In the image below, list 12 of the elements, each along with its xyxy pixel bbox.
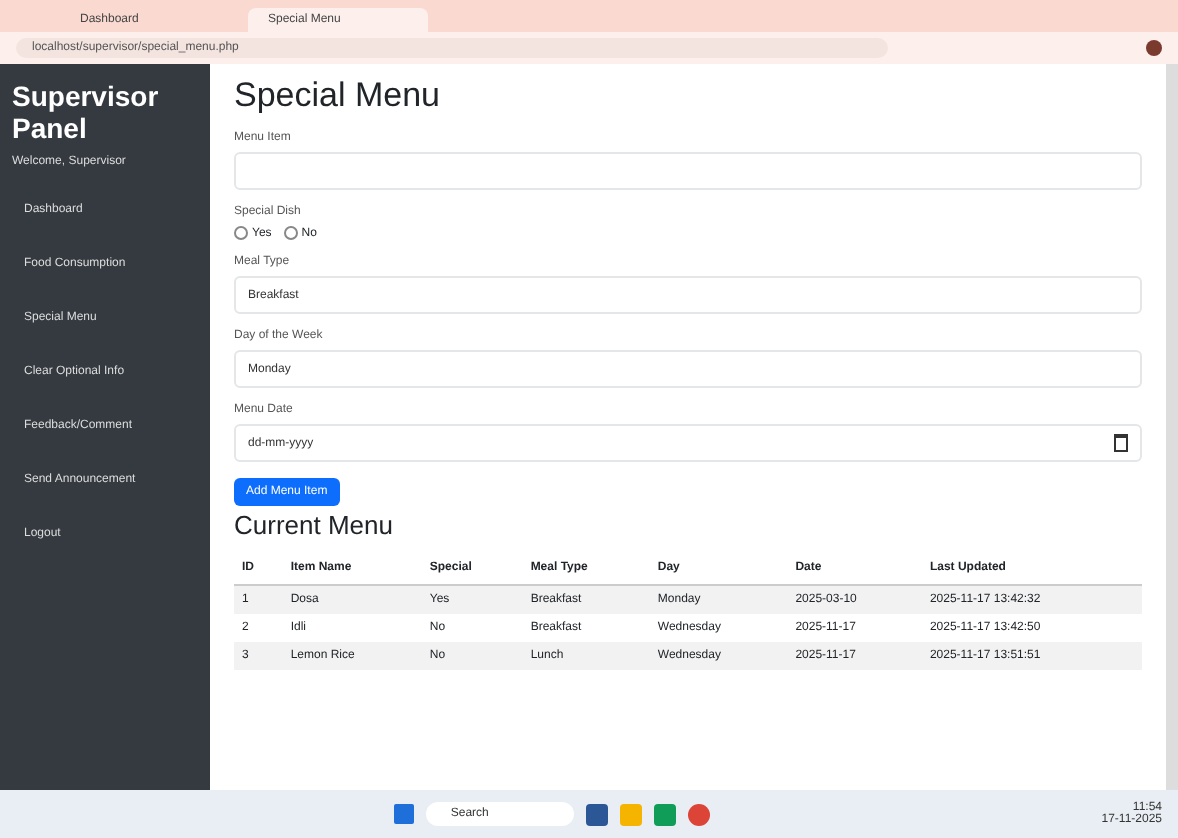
- browser-icon[interactable]: [688, 803, 711, 825]
- app-icon[interactable]: [586, 803, 609, 825]
- section-title: Current Menu: [234, 510, 395, 540]
- radio-button[interactable]: [283, 226, 298, 240]
- app-icon[interactable]: [654, 803, 677, 825]
- profile-icon[interactable]: [1146, 40, 1162, 56]
- panel-title: Supervisor Panel: [12, 80, 161, 145]
- input-field[interactable]: [234, 152, 1142, 190]
- radio-button[interactable]: [234, 226, 248, 240]
- start-icon[interactable]: [394, 804, 415, 824]
- calendar-icon[interactable]: [1114, 434, 1128, 452]
- page-title: Special Menu: [234, 76, 443, 116]
